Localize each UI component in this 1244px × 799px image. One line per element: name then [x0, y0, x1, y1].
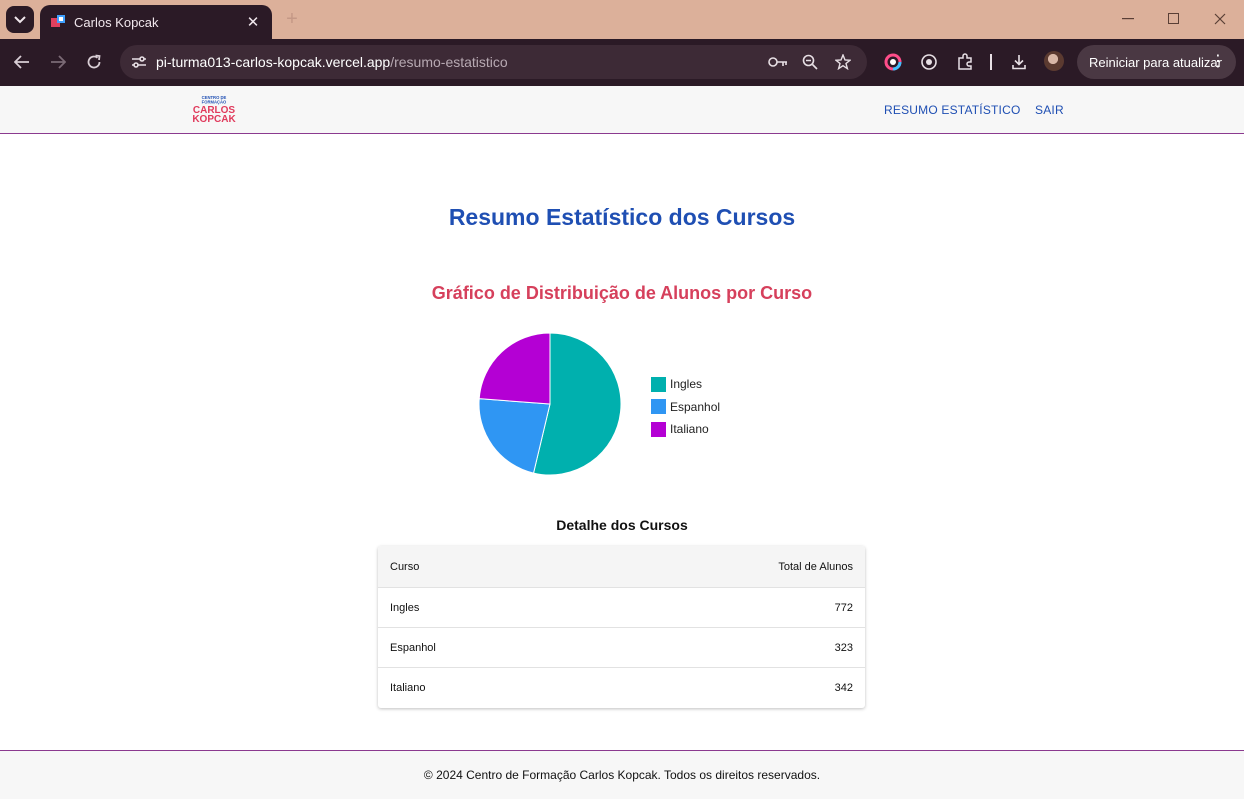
table-title: Detalhe dos Cursos [556, 517, 688, 533]
legend-item-espanhol[interactable]: Espanhol [651, 396, 720, 419]
chevron-down-icon [14, 15, 26, 23]
update-browser-button[interactable]: Reiniciar para atualizar ⋮ [1077, 45, 1236, 79]
legend-swatch [651, 376, 666, 392]
download-icon[interactable] [1009, 52, 1029, 72]
chart-title: Gráfico de Distribuição de Alunos por Cu… [431, 283, 813, 303]
url-host: pi-turma013-carlos-kopcak.vercel.app [156, 54, 391, 70]
close-tab-icon[interactable]: ✕ [244, 13, 262, 31]
header-cell-curso: Curso [390, 560, 420, 573]
bookmark-star-icon[interactable] [833, 53, 853, 71]
chart-legend: Ingles Espanhol Italiano [651, 373, 720, 441]
legend-label: Ingles [670, 377, 703, 392]
footer-text: © 2024 Centro de Formação Carlos Kopcak.… [423, 768, 821, 782]
reload-icon[interactable] [80, 49, 108, 75]
color-extension-icon[interactable] [883, 52, 903, 72]
legend-item-italiano[interactable]: Italiano [651, 418, 720, 441]
legend-item-ingles[interactable]: Ingles [651, 373, 720, 396]
browser-tab-bar: Carlos Kopcak ✕ + [0, 0, 1244, 39]
extensions-puzzle-icon[interactable] [955, 52, 975, 72]
courses-table: Curso Total de Alunos Ingles 772 Espanho… [378, 546, 865, 708]
table-row: Espanhol 323 [378, 628, 865, 668]
logo-line-2: FORMAÇÃO [202, 100, 227, 105]
update-button-label: Reiniciar para atualizar [1089, 54, 1222, 70]
target-extension-icon[interactable] [919, 52, 939, 72]
key-icon[interactable] [768, 53, 788, 71]
site-logo[interactable]: CENTRO DE FORMAÇÃO CARLOS KOPCAK [190, 94, 238, 124]
address-bar[interactable]: pi-turma013-carlos-kopcak.vercel.app/res… [120, 45, 867, 79]
cell-course: Espanhol [390, 641, 436, 654]
nav-resumo-estatistico[interactable]: RESUMO ESTATÍSTICO [884, 103, 1021, 117]
legend-swatch [651, 399, 666, 415]
maximize-icon[interactable] [1162, 8, 1186, 30]
tab-search-button[interactable] [6, 6, 34, 33]
table-header-row: Curso Total de Alunos [378, 546, 865, 588]
page-content: CENTRO DE FORMAÇÃO CARLOS KOPCAK RESUMO … [0, 86, 1244, 799]
cell-total: 323 [834, 641, 853, 654]
legend-label: Italiano [670, 422, 709, 437]
more-menu-icon[interactable]: ⋮ [1210, 52, 1226, 72]
url-path: /resumo-estatistico [390, 54, 508, 70]
site-header: CENTRO DE FORMAÇÃO CARLOS KOPCAK RESUMO … [0, 86, 1244, 134]
zoom-icon[interactable] [800, 53, 820, 71]
header-cell-total: Total de Alunos [778, 560, 853, 573]
cell-course: Ingles [390, 601, 420, 614]
site-footer: © 2024 Centro de Formação Carlos Kopcak.… [0, 750, 1244, 799]
tab-title: Carlos Kopcak [74, 14, 159, 30]
new-tab-icon[interactable]: + [280, 8, 304, 30]
profile-avatar[interactable] [1044, 51, 1064, 71]
cell-total: 342 [834, 682, 853, 694]
browser-toolbar: pi-turma013-carlos-kopcak.vercel.app/res… [0, 39, 1244, 86]
minimize-icon[interactable] [1116, 8, 1140, 30]
cell-total: 772 [834, 601, 853, 614]
logo-line-4: KOPCAK [192, 114, 236, 124]
cell-course: Italiano [390, 682, 426, 694]
back-icon[interactable] [8, 49, 36, 75]
favicon-icon [51, 15, 65, 27]
site-info-icon[interactable] [128, 51, 150, 73]
pie-slice-italiano[interactable] [478, 332, 551, 405]
close-window-icon[interactable] [1208, 8, 1232, 30]
nav-sair[interactable]: SAIR [1035, 103, 1064, 117]
table-row: Italiano 342 [378, 668, 865, 708]
table-row: Ingles 772 [378, 588, 865, 628]
page-title: Resumo Estatístico dos Cursos [448, 204, 796, 230]
toolbar-divider [990, 54, 992, 70]
url-text: pi-turma013-carlos-kopcak.vercel.app/res… [156, 54, 508, 70]
legend-swatch [651, 421, 666, 437]
legend-label: Espanhol [670, 399, 721, 414]
active-tab[interactable]: Carlos Kopcak ✕ [40, 5, 272, 39]
forward-icon[interactable] [44, 49, 72, 75]
